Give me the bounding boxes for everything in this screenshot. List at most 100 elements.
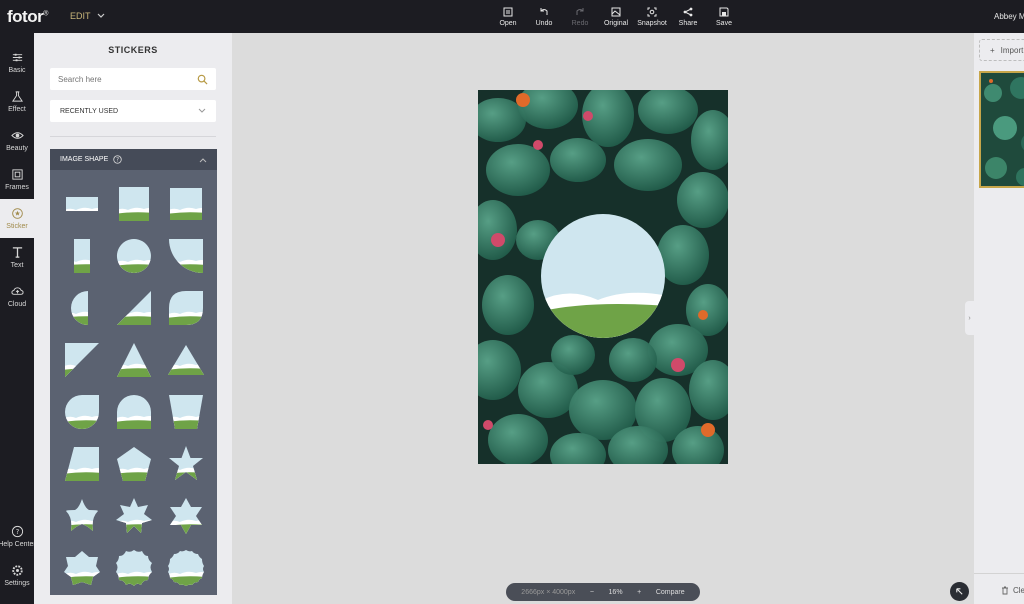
search-icon[interactable] bbox=[197, 74, 208, 85]
shape-star-5[interactable] bbox=[160, 438, 212, 490]
open-button[interactable]: Open bbox=[490, 0, 526, 33]
shape-star-5-soft[interactable] bbox=[56, 490, 108, 542]
shape-scallop-round[interactable] bbox=[160, 542, 212, 594]
shape-star-5-icon bbox=[169, 446, 203, 480]
nav-item-basic[interactable]: Basic bbox=[0, 43, 34, 82]
shape-star-6-bold-icon bbox=[64, 551, 100, 585]
canvas-area: 2666px × 4000px − 16% + Compare › bbox=[232, 33, 974, 604]
nav-item-text[interactable]: Text bbox=[0, 238, 34, 277]
nav-item-sticker[interactable]: Sticker bbox=[0, 199, 34, 238]
clear-button[interactable]: Clear bbox=[1001, 586, 1024, 595]
photo-canvas[interactable] bbox=[478, 90, 728, 464]
search-box[interactable] bbox=[50, 68, 216, 90]
zoom-out-button[interactable]: − bbox=[590, 589, 594, 596]
shape-star-6[interactable] bbox=[160, 490, 212, 542]
shape-star-7[interactable] bbox=[108, 490, 160, 542]
shape-wedge[interactable] bbox=[108, 282, 160, 334]
image-shape-header[interactable]: IMAGE SHAPE ? bbox=[50, 149, 217, 170]
shape-quarter-round[interactable] bbox=[160, 230, 212, 282]
shape-square[interactable] bbox=[160, 178, 212, 230]
shape-star-5-soft-icon bbox=[66, 499, 98, 531]
shape-triangle-corner-icon bbox=[65, 343, 99, 377]
user-name[interactable]: Abbey M bbox=[994, 12, 1024, 21]
shape-circle-icon bbox=[116, 239, 151, 273]
shape-square-tall[interactable] bbox=[108, 178, 160, 230]
panel-title: STICKERS bbox=[108, 45, 158, 55]
edit-mode-dropdown[interactable]: EDIT bbox=[70, 11, 105, 21]
share-button[interactable]: Share bbox=[670, 0, 706, 33]
shape-trapezoid-tall[interactable] bbox=[56, 438, 108, 490]
shape-pentagon[interactable] bbox=[108, 438, 160, 490]
original-label: Original bbox=[603, 20, 629, 27]
shape-trapezoid-icon bbox=[169, 395, 203, 429]
edit-mode-label: EDIT bbox=[70, 11, 91, 21]
compare-button[interactable]: Compare bbox=[656, 589, 685, 596]
shape-rounded-drop[interactable] bbox=[56, 386, 108, 438]
shape-banner[interactable] bbox=[56, 178, 108, 230]
nav-item-settings[interactable]: Settings bbox=[0, 556, 34, 595]
eye-icon bbox=[10, 132, 24, 139]
fullscreen-button[interactable] bbox=[950, 582, 969, 601]
zoom-in-button[interactable]: + bbox=[637, 589, 641, 596]
redo-button[interactable]: Redo bbox=[562, 0, 598, 33]
frame-icon bbox=[11, 169, 23, 180]
shape-quarter-round-icon bbox=[169, 239, 203, 273]
shape-trapezoid[interactable] bbox=[160, 386, 212, 438]
shape-rounded-drop-icon bbox=[65, 395, 99, 429]
category-dropdown[interactable]: RECENTLY USED bbox=[50, 100, 216, 122]
nav-item-beauty[interactable]: Beauty bbox=[0, 121, 34, 160]
chevron-up-icon[interactable] bbox=[199, 157, 207, 163]
shape-pentagon-icon bbox=[117, 447, 151, 481]
shape-leaf-icon bbox=[169, 291, 203, 325]
nav-item-frames[interactable]: Frames bbox=[0, 160, 34, 199]
shape-grid bbox=[50, 170, 217, 594]
import-button[interactable]: + Import bbox=[979, 39, 1024, 61]
image-thumbnail[interactable] bbox=[979, 71, 1024, 188]
shape-triangle[interactable] bbox=[108, 334, 160, 386]
chevron-down-icon bbox=[198, 108, 206, 113]
shape-star-6-bold[interactable] bbox=[56, 542, 108, 594]
collapse-right-panel-button[interactable]: › bbox=[965, 301, 974, 335]
shape-circle[interactable] bbox=[108, 230, 160, 282]
original-button[interactable]: Original bbox=[598, 0, 634, 33]
shape-scallop-icon bbox=[116, 550, 152, 586]
search-input[interactable] bbox=[58, 74, 197, 84]
shape-leaf[interactable] bbox=[160, 282, 212, 334]
nav-item-label: Beauty bbox=[6, 145, 28, 152]
shape-rect-vertical[interactable] bbox=[56, 230, 108, 282]
shape-triangle-wide[interactable] bbox=[160, 334, 212, 386]
chevron-down-icon bbox=[97, 13, 104, 18]
undo-label: Undo bbox=[535, 20, 553, 27]
original-icon bbox=[611, 7, 621, 17]
save-label: Save bbox=[716, 20, 732, 27]
nav-item-effect[interactable]: Effect bbox=[0, 82, 34, 121]
shape-triangle-corner[interactable] bbox=[56, 334, 108, 386]
nav-item-label: Effect bbox=[8, 106, 26, 113]
fotor-logo[interactable]: fotor® bbox=[7, 7, 48, 27]
save-icon bbox=[719, 7, 729, 17]
divider bbox=[974, 573, 1024, 574]
shape-rounded-top[interactable] bbox=[108, 386, 160, 438]
category-dropdown-value: RECENTLY USED bbox=[60, 107, 119, 115]
save-button[interactable]: Save bbox=[706, 0, 742, 33]
shape-half-circle-icon bbox=[71, 291, 88, 325]
share-icon bbox=[683, 7, 693, 17]
nav-item-cloud[interactable]: Cloud bbox=[0, 277, 34, 316]
plus-icon: + bbox=[990, 45, 995, 55]
arrow-up-left-icon bbox=[956, 588, 963, 595]
snapshot-label: Snapshot bbox=[637, 20, 667, 27]
snapshot-icon bbox=[647, 7, 657, 17]
top-bar: fotor® EDIT Open Undo Redo Original Snapshot… bbox=[0, 0, 1024, 33]
image-shape-title: IMAGE SHAPE bbox=[60, 156, 109, 163]
open-label: Open bbox=[499, 20, 517, 27]
shape-scallop[interactable] bbox=[108, 542, 160, 594]
undo-button[interactable]: Undo bbox=[526, 0, 562, 33]
thumbnail-preview bbox=[981, 73, 1024, 186]
shape-rect-vertical-icon bbox=[74, 239, 90, 273]
shape-triangle-wide-icon bbox=[168, 345, 204, 375]
help-icon[interactable]: ? bbox=[113, 155, 122, 164]
shape-half-circle[interactable] bbox=[56, 282, 108, 334]
svg-text:?: ? bbox=[116, 158, 119, 164]
nav-item-help[interactable]: ? Help Center bbox=[0, 517, 36, 556]
snapshot-button[interactable]: Snapshot bbox=[634, 0, 670, 33]
